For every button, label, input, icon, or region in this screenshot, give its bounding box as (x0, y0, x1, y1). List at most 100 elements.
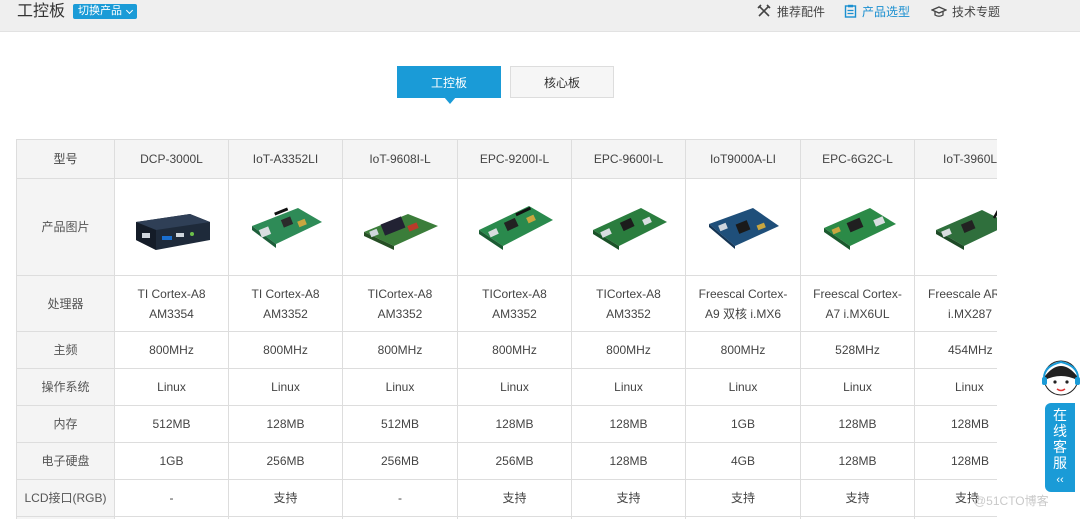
clipboard-icon (844, 4, 857, 18)
service-char: 服 (1053, 455, 1067, 471)
product-image (936, 210, 997, 250)
nav-product-selection[interactable]: 产品选型 (844, 2, 910, 20)
table-cell: - (114, 479, 229, 517)
nav-label: 技术专题 (952, 4, 1001, 19)
table-cell: Freescale AR i.MX287 (914, 275, 997, 332)
corner-label: 型号 (16, 139, 115, 179)
table-cell: 256MB (457, 442, 572, 480)
double-chevron-left-icon: ‹‹ (1056, 474, 1064, 486)
table-cell: Linux (571, 368, 686, 406)
table-cell: Linux (114, 368, 229, 406)
nav-label: 推荐配件 (777, 4, 826, 19)
tab-core-board[interactable]: 核心板 (510, 66, 614, 98)
product-image (478, 206, 553, 250)
table-cell: Linux (800, 368, 915, 406)
table-cell: - (342, 479, 458, 517)
table-cell: 128MB (571, 442, 686, 480)
table-cell: 1GB (114, 442, 229, 480)
table-cell: Linux (457, 368, 572, 406)
table-cell: 256MB (342, 442, 458, 480)
tools-icon (757, 4, 771, 17)
table-cell: 1GB (685, 405, 801, 443)
table-cell: 4GB (685, 442, 801, 480)
product-image-cell[interactable] (342, 178, 458, 276)
model-header[interactable]: EPC-6G2C-L (800, 139, 915, 179)
model-header[interactable]: IoT-A3352LI (228, 139, 343, 179)
table-cell: 支持 (685, 479, 801, 517)
board-type-tabs: 工控板 核心板 (397, 66, 614, 104)
table-row-frequency: 主频 800MHz 800MHz 800MHz 800MHz 800MHz 80… (16, 331, 997, 369)
row-label: LCD接口(RGB) (16, 479, 115, 517)
table-cell: Linux (228, 368, 343, 406)
table-cell: 支持 (228, 479, 343, 517)
table-row-lcd: LCD接口(RGB) - 支持 - 支持 支持 支持 支持 支持 (16, 479, 997, 517)
service-char: 在 (1053, 407, 1067, 423)
table-cell: 128MB (571, 405, 686, 443)
table-cell: TICortex-A8 AM3352 (457, 275, 572, 332)
table-cell: Linux (342, 368, 458, 406)
product-comparison-table: 型号 DCP-3000L IoT-A3352LI IoT-9608I-L EPC… (16, 139, 997, 519)
table-cell: 800MHz (342, 331, 458, 369)
product-image (135, 214, 210, 250)
table-cell: Freescal Cortex- A9 双核 i.MX6 (685, 275, 801, 332)
product-image (364, 214, 438, 250)
page-title: 工控板 (17, 3, 66, 20)
table-header-row: 型号 DCP-3000L IoT-A3352LI IoT-9608I-L EPC… (16, 139, 997, 179)
table-cell: 128MB (800, 405, 915, 443)
table-cell: Linux (685, 368, 801, 406)
model-header[interactable]: EPC-9200I-L (457, 139, 572, 179)
switch-product-label: 切换产品 (78, 5, 122, 17)
table-cell: 800MHz (114, 331, 229, 369)
table-cell: Linux (914, 368, 997, 406)
graduation-cap-icon (931, 5, 947, 17)
model-header[interactable]: IoT9000A-LI (685, 139, 801, 179)
product-image (823, 208, 896, 250)
table-cell: 454MHz (914, 331, 997, 369)
nav-recommended-accessories[interactable]: 推荐配件 (757, 2, 825, 20)
table-cell: 528MHz (800, 331, 915, 369)
table-cell: 256MB (228, 442, 343, 480)
table-cell: 128MB (228, 405, 343, 443)
table-cell: 512MB (114, 405, 229, 443)
nav-technical-topics[interactable]: 技术专题 (931, 2, 1000, 20)
nav-label: 产品选型 (862, 4, 911, 19)
chevron-down-icon (125, 6, 134, 14)
product-image (709, 208, 779, 249)
row-label: 处理器 (16, 275, 115, 332)
model-header[interactable]: DCP-3000L (114, 139, 229, 179)
row-label: 操作系统 (16, 368, 115, 406)
tab-industrial-board[interactable]: 工控板 (397, 66, 501, 104)
model-header[interactable]: IoT-9608I-L (342, 139, 458, 179)
product-image-cell[interactable] (914, 178, 997, 276)
table-cell: TI Cortex-A8 AM3354 (114, 275, 229, 332)
row-label: 内存 (16, 405, 115, 443)
table-cell: 128MB (914, 442, 997, 480)
table-cell: 支持 (800, 479, 915, 517)
table-cell: 128MB (914, 405, 997, 443)
product-image-cell[interactable] (228, 178, 343, 276)
table-cell: Freescal Cortex- A7 i.MX6UL (800, 275, 915, 332)
product-image-cell[interactable] (114, 178, 229, 276)
switch-product-button[interactable]: 切换产品 (73, 4, 137, 19)
model-header[interactable]: IoT-3960L (914, 139, 997, 179)
table-cell: 800MHz (457, 331, 572, 369)
product-image (592, 208, 667, 250)
row-label: 主频 (16, 331, 115, 369)
top-bar: 工控板 切换产品 推荐配件 产品选型 技术专题 (0, 0, 1080, 32)
product-image-cell[interactable] (571, 178, 686, 276)
table-row-processor: 处理器 TI Cortex-A8 AM3354 TI Cortex-A8 AM335… (16, 275, 997, 332)
service-char: 客 (1053, 439, 1067, 455)
product-image-cell[interactable] (800, 178, 915, 276)
table-cell: 512MB (342, 405, 458, 443)
table-cell: 支持 (457, 479, 572, 517)
table-cell: 800MHz (571, 331, 686, 369)
online-service-button[interactable]: 在 线 客 服 ‹‹ (1045, 403, 1075, 492)
table-cell: TI Cortex-A8 AM3352 (228, 275, 343, 332)
product-image (251, 207, 322, 248)
service-char: 线 (1053, 423, 1067, 439)
model-header[interactable]: EPC-9600I-L (571, 139, 686, 179)
support-agent-icon (1042, 360, 1080, 396)
product-image-cell[interactable] (685, 178, 801, 276)
product-image-cell[interactable] (457, 178, 572, 276)
table-cell: 128MB (800, 442, 915, 480)
